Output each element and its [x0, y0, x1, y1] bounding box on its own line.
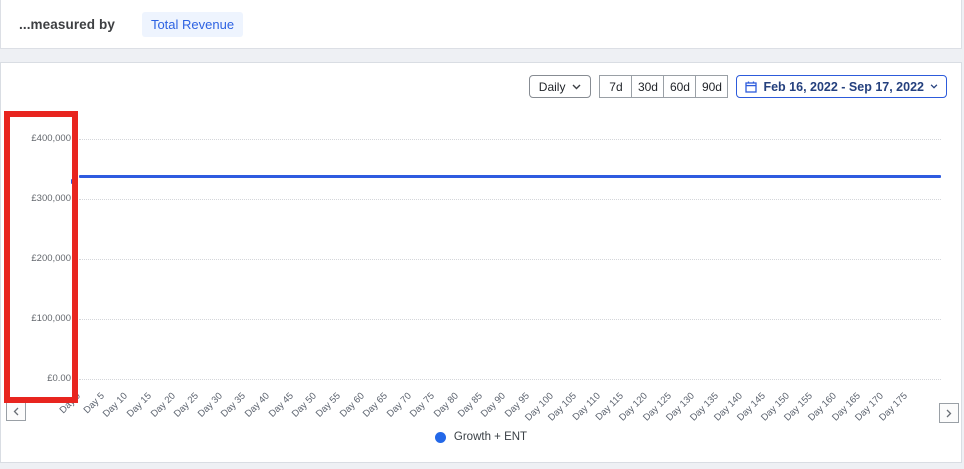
- y-gridline: [79, 199, 941, 200]
- chevron-left-icon: [13, 407, 19, 416]
- metric-chip-total-revenue[interactable]: Total Revenue: [142, 12, 243, 37]
- y-axis-tick-label: £400,000: [1, 133, 71, 144]
- legend-dot-icon: [435, 432, 446, 443]
- series-start-marker: [71, 179, 76, 184]
- chart-panel: Daily 7d30d60d90d Feb 16, 2022 - Sep 17,…: [0, 62, 962, 463]
- y-axis-tick-label: £200,000: [1, 253, 71, 264]
- scroll-left-button[interactable]: [6, 401, 26, 421]
- y-axis-tick-label: £100,000: [1, 313, 71, 324]
- chart-plot: £0.00£100,000£200,000£300,000£400,000Day…: [1, 63, 961, 462]
- legend-item-label: Growth + ENT: [454, 431, 527, 443]
- measured-by-label: ...measured by: [19, 17, 115, 32]
- chevron-right-icon: [946, 409, 952, 418]
- y-gridline: [79, 379, 941, 380]
- y-axis-tick-label: £0.00: [1, 373, 71, 384]
- y-gridline: [79, 139, 941, 140]
- series-line-growth-ent: [79, 175, 941, 178]
- y-gridline: [79, 259, 941, 260]
- scroll-right-button[interactable]: [939, 403, 959, 423]
- y-axis-tick-label: £300,000: [1, 193, 71, 204]
- chart-legend: Growth + ENT: [1, 431, 961, 443]
- measured-by-bar: ...measured by Total Revenue: [0, 0, 962, 49]
- y-gridline: [79, 319, 941, 320]
